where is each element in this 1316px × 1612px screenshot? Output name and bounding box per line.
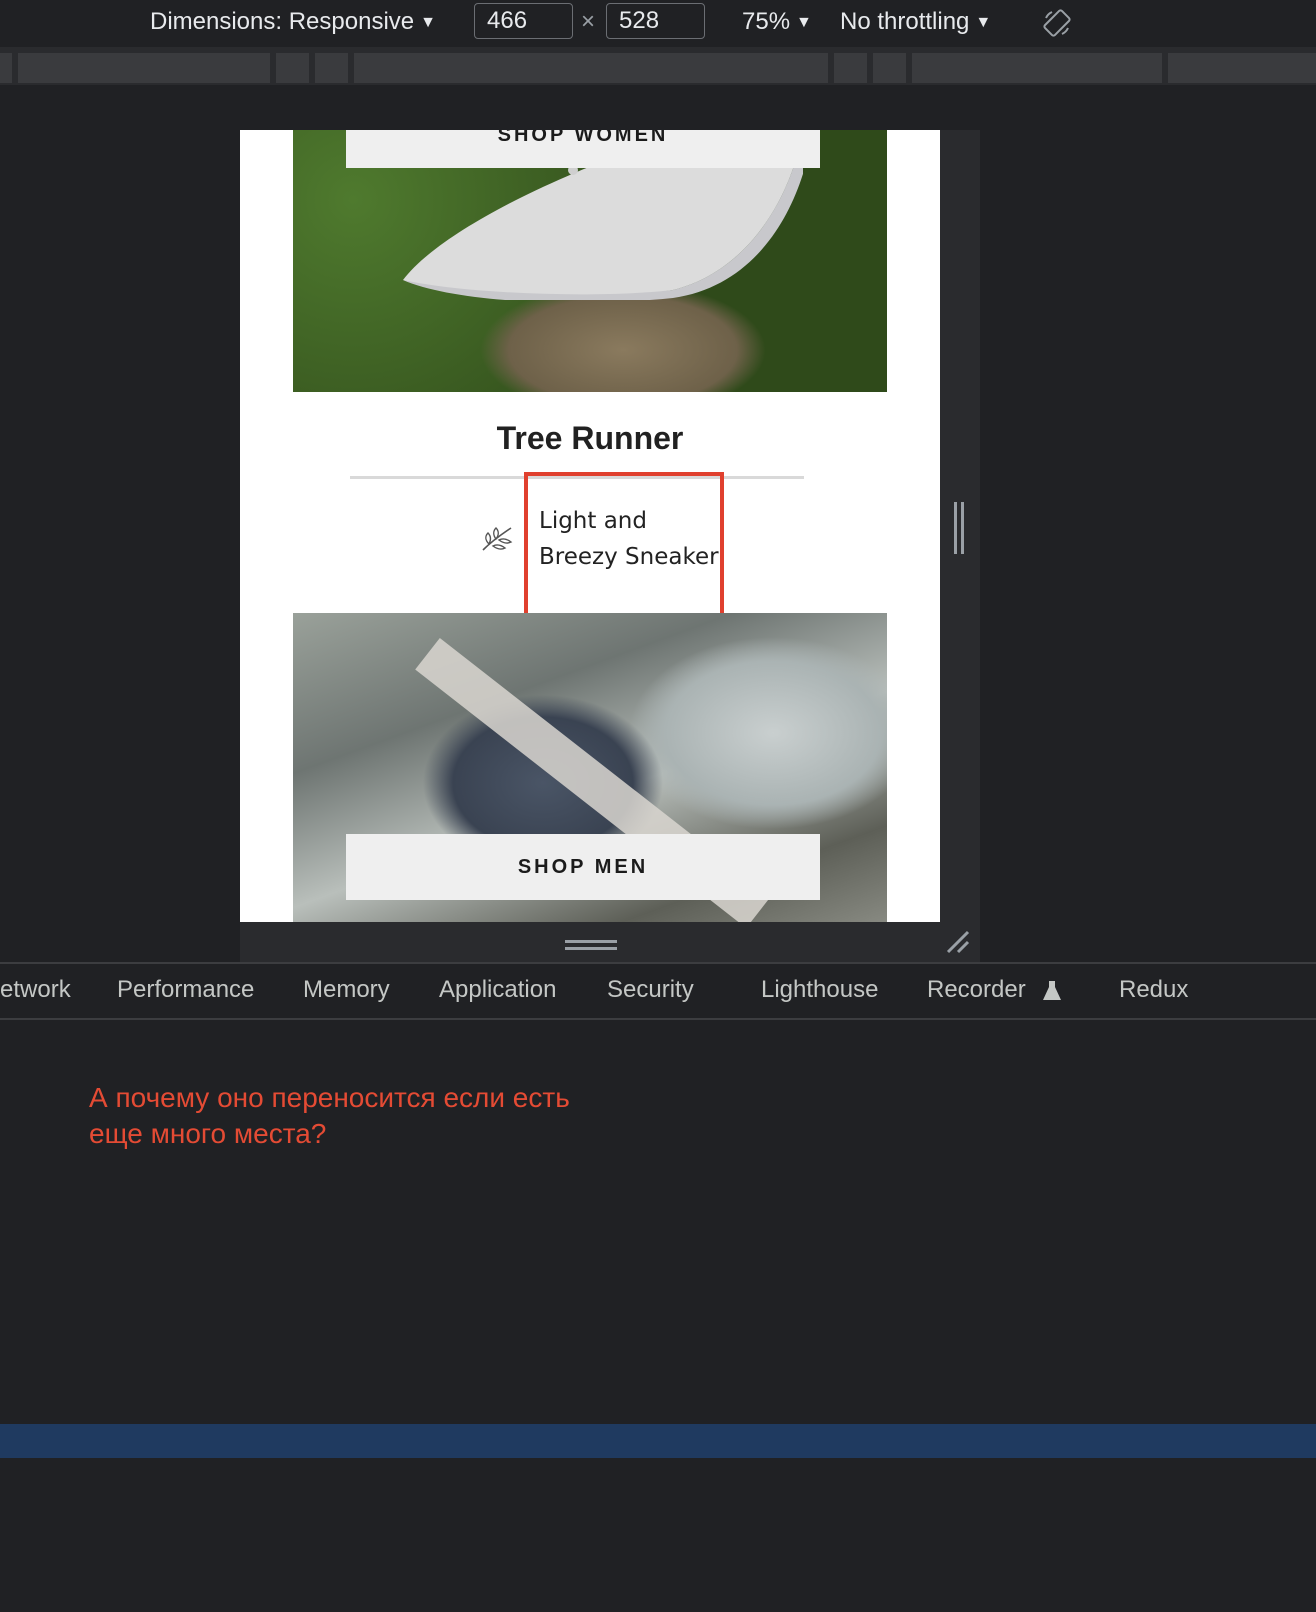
tab-memory[interactable]: Memory (303, 976, 390, 1004)
tab-security[interactable]: Security (607, 976, 694, 1004)
viewport-height-handle[interactable] (240, 922, 980, 962)
shop-women-button[interactable]: SHOP WOMEN (346, 130, 820, 168)
tab-recorder[interactable]: Recorder (927, 976, 1062, 1004)
tab-lighthouse[interactable]: Lighthouse (761, 976, 878, 1004)
devtools-tabs: etwork Performance Memory Application Se… (0, 962, 1316, 1020)
annotation-text: А почему оно переносится если есть еще м… (89, 1082, 570, 1149)
flask-icon (1043, 980, 1062, 1000)
caret-down-icon: ▼ (420, 14, 436, 31)
zoom-label: 75% (742, 8, 791, 35)
tab-performance[interactable]: Performance (117, 976, 254, 1004)
tab-recorder-label: Recorder (927, 976, 1026, 1003)
annotation-highlight-box (524, 472, 724, 620)
leaf-icon (482, 527, 513, 551)
zoom-dropdown[interactable]: 75% ▼ (742, 8, 812, 36)
dimensions-dropdown[interactable]: Dimensions: Responsive ▼ (150, 8, 436, 36)
width-input[interactable]: 466 (474, 3, 573, 39)
tab-network[interactable]: etwork (0, 976, 71, 1004)
throttling-dropdown[interactable]: No throttling ▼ (840, 8, 991, 36)
tab-application[interactable]: Application (439, 976, 556, 1004)
console-status-bar (0, 1424, 1316, 1458)
times-sign: × (581, 8, 596, 35)
product-title: Tree Runner (496, 420, 684, 456)
throttling-label: No throttling (840, 8, 970, 35)
caret-down-icon: ▼ (796, 14, 812, 31)
resize-corner-icon[interactable] (944, 928, 972, 956)
media-query-ruler[interactable] (0, 47, 1316, 85)
device-viewport: SHOP WOMEN Tree Runner Light and Breezy … (240, 130, 940, 922)
dimensions-label: Dimensions: Responsive (150, 8, 415, 35)
caret-down-icon: ▼ (975, 14, 992, 31)
rotate-icon[interactable] (1042, 8, 1072, 38)
tab-redux[interactable]: Redux (1119, 976, 1188, 1004)
device-toolbar: Dimensions: Responsive ▼ 466 × 528 75% ▼ N… (0, 0, 1316, 46)
viewport-width-handle[interactable] (940, 130, 980, 960)
shop-men-button[interactable]: SHOP MEN (346, 834, 820, 900)
height-input[interactable]: 528 (606, 3, 705, 39)
product-photo-women (293, 130, 887, 392)
